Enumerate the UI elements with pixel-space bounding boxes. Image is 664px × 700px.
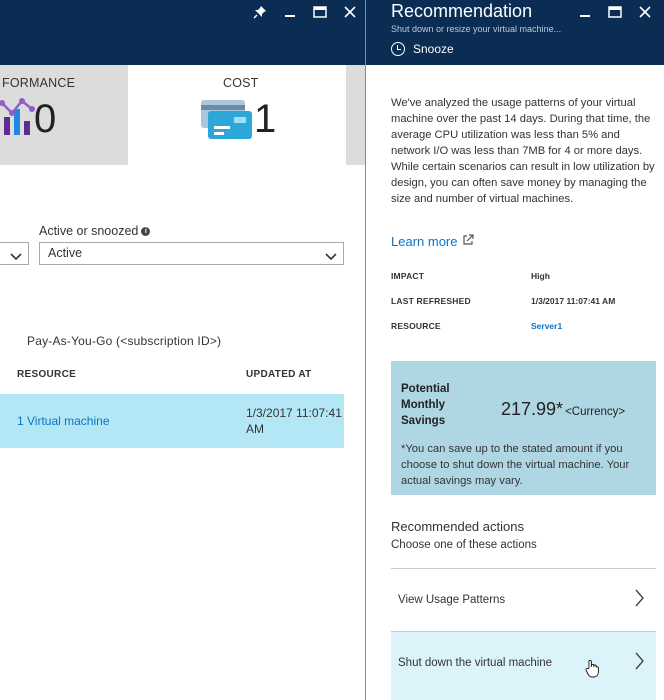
savings-currency: <Currency>	[565, 406, 626, 418]
chevron-down-icon	[325, 248, 337, 269]
advisor-blade-header	[0, 0, 365, 65]
recommendation-blade: Recommendation Shut down or resize your …	[366, 0, 664, 700]
performance-chart-icon	[0, 95, 36, 144]
chevron-right-icon	[634, 589, 644, 612]
minimize-icon[interactable]	[275, 3, 305, 21]
chevron-down-icon	[10, 248, 22, 269]
active-snoozed-label-text: Active or snoozed	[39, 224, 139, 238]
category-tiles: FORMANCE 0 COST 1	[0, 65, 365, 165]
action-label: Shut down the virtual machine	[398, 657, 553, 669]
close-icon[interactable]	[335, 3, 365, 21]
tile-performance-title: FORMANCE	[2, 76, 76, 90]
action-shut-down-vm[interactable]: Shut down the virtual machine	[391, 631, 656, 700]
action-label: View Usage Patterns	[398, 594, 506, 606]
savings-label: Potential Monthly Savings	[401, 383, 450, 427]
tile-cost-count: 1	[254, 97, 277, 141]
external-link-icon	[457, 234, 475, 249]
hand-cursor-icon	[585, 659, 599, 684]
minimize-icon[interactable]	[570, 3, 600, 21]
recommended-actions-subtitle: Choose one of these actions	[391, 539, 537, 551]
snooze-label: Snooze	[413, 42, 454, 56]
active-snoozed-label: Active or snoozed i	[39, 224, 151, 238]
blade-subtitle: Shut down or resize your virtual machine…	[391, 24, 562, 34]
last-refreshed-value: 1/3/2017 11:07:41 AM	[531, 296, 616, 306]
impact-value: High	[531, 271, 550, 281]
impact-label: IMPACT	[391, 271, 425, 281]
learn-more-link[interactable]: Learn more	[391, 234, 475, 249]
snooze-button[interactable]: Snooze	[391, 42, 454, 56]
maximize-icon[interactable]	[600, 3, 630, 21]
clock-icon	[391, 42, 405, 56]
active-snoozed-dropdown[interactable]: Active	[39, 242, 344, 265]
pin-icon[interactable]	[245, 3, 275, 21]
tile-cost-title: COST	[223, 76, 259, 90]
portal-window: FORMANCE 0 COST 1 Active or snoozed i Ac…	[0, 0, 664, 700]
resource-label: RESOURCE	[391, 321, 441, 331]
savings-amount-line: 217.99* <Currency>	[501, 399, 625, 420]
tile-cost[interactable]: COST 1	[128, 65, 346, 165]
row-updated-at: 1/3/2017 11:07:41 AM	[246, 406, 342, 436]
column-header-updated-at[interactable]: UPDATED AT	[246, 369, 312, 380]
blade-title: Recommendation	[391, 1, 533, 21]
learn-more-label: Learn more	[391, 234, 458, 249]
tile-partial-right	[346, 65, 365, 165]
filter-dropdown-partial[interactable]	[0, 242, 29, 265]
active-snoozed-value: Active	[48, 246, 83, 260]
info-icon[interactable]: i	[141, 227, 151, 237]
savings-panel: Potential Monthly Savings 217.99* <Curren…	[391, 361, 656, 495]
action-view-usage-patterns[interactable]: View Usage Patterns	[391, 568, 656, 630]
tile-performance-count: 0	[34, 97, 57, 141]
row-resource-link[interactable]: 1 Virtual machine	[17, 414, 110, 428]
column-header-resource[interactable]: RESOURCE	[17, 369, 76, 380]
savings-amount: 217.99*	[501, 399, 564, 419]
credit-card-icon	[200, 99, 254, 148]
tile-performance[interactable]: FORMANCE 0	[0, 65, 128, 165]
last-refreshed-label: LAST REFRESHED	[391, 296, 471, 306]
subscription-label: Pay-As-You-Go (<subscription ID>)	[27, 334, 222, 348]
recommendation-blade-header: Recommendation Shut down or resize your …	[366, 0, 664, 65]
close-icon[interactable]	[630, 3, 660, 21]
chevron-right-icon	[634, 652, 644, 675]
table-row[interactable]: 1 Virtual machine 1/3/2017 11:07:41 AM	[0, 394, 344, 448]
maximize-icon[interactable]	[305, 3, 335, 21]
recommendation-description: We've analyzed the usage patterns of you…	[391, 97, 655, 205]
savings-note: *You can save up to the stated amount if…	[401, 443, 630, 487]
advisor-blade: FORMANCE 0 COST 1 Active or snoozed i Ac…	[0, 0, 365, 700]
recommended-actions-title: Recommended actions	[391, 519, 524, 534]
resource-link[interactable]: Server1	[531, 321, 562, 331]
